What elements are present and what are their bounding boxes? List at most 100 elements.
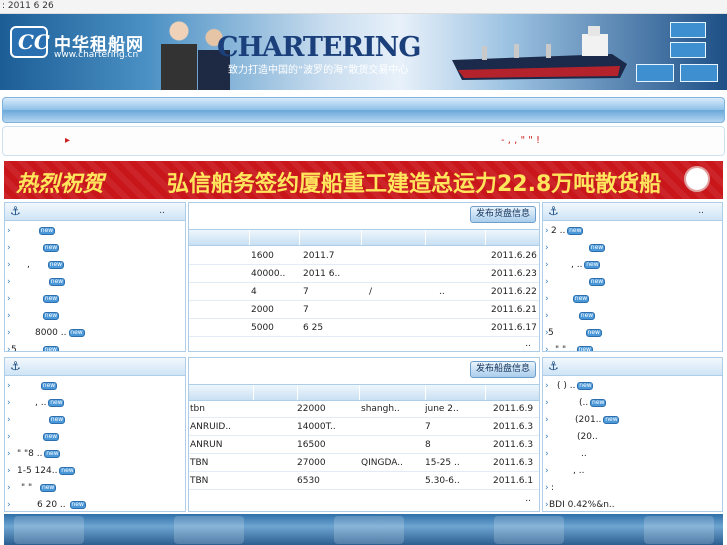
table-row[interactable]: 1600 2011.7 2011.6.26 <box>189 247 539 265</box>
more-link[interactable]: .. <box>698 206 704 216</box>
new-badge-icon: new <box>567 226 584 235</box>
table-row[interactable]: 4 7/.. 2011.6.22 <box>189 283 539 301</box>
list-item[interactable]: ›, .. new <box>7 395 183 412</box>
list-item[interactable]: ›.. <box>545 446 720 463</box>
list-item[interactable]: › new <box>545 308 720 325</box>
table-row[interactable]: tbn 22000 shangh.. june 2.. 2011.6.9 <box>189 400 539 418</box>
new-badge-icon: new <box>576 345 593 352</box>
news-list: › 2 .. new › new ›, .. new › new › new › new › 5… <box>545 223 720 352</box>
news-marquee[interactable]: ▸ - , , " " ! <box>2 126 725 156</box>
list-item[interactable]: › new <box>545 291 720 308</box>
table-row[interactable]: ANRUID.. 14000T.. 7 2011.6.3 <box>189 418 539 436</box>
list-item[interactable]: › 6 20 .. new <box>7 497 183 511</box>
list-item[interactable]: ›, new <box>7 257 183 274</box>
news-list: › new › new ›, new › new › new › new › 8000 .. n… <box>7 223 183 351</box>
marquee-left-text: ▸ <box>65 135 71 146</box>
header-link-button-1[interactable] <box>670 22 706 38</box>
new-badge-icon: new <box>68 328 85 337</box>
table-header <box>189 229 539 246</box>
new-badge-icon: new <box>49 277 65 286</box>
list-item[interactable]: › 5 new <box>7 342 183 351</box>
arrow-right-icon: › <box>7 415 11 425</box>
list-item[interactable]: › BDI 0.42%&n.. <box>545 497 720 511</box>
arrow-right-icon: › <box>545 226 549 236</box>
list-item[interactable]: › 1-5 124.. new <box>7 463 183 480</box>
list-item[interactable]: ›: <box>545 480 720 497</box>
list-item[interactable]: › (.. new <box>545 395 720 412</box>
logo-icon[interactable]: CC <box>10 26 50 58</box>
more-link[interactable]: .. <box>159 206 165 216</box>
businesswoman-image <box>158 18 200 90</box>
arrow-right-icon: › <box>7 381 11 391</box>
list-item[interactable]: ›, .. <box>545 463 720 480</box>
list-item[interactable]: ›( ) .. new <box>545 378 720 395</box>
new-badge-icon: new <box>43 243 59 252</box>
arrow-right-icon: › <box>7 243 11 253</box>
list-item[interactable]: › new <box>7 291 183 308</box>
table-row[interactable]: TBN 6530 5.30-6.. 2011.6.1 <box>189 472 539 490</box>
list-item[interactable]: › new <box>7 308 183 325</box>
list-item[interactable]: › new <box>7 274 183 291</box>
table-row[interactable]: ANRUN 16500 8 2011.6.3 <box>189 436 539 454</box>
left-bottom-news-panel: ⚓ › new ›, .. new › new › new › " "8 .. new › 1… <box>4 357 186 512</box>
list-item[interactable]: › 8000 .. new <box>7 325 183 342</box>
list-item[interactable]: ›, .. new <box>545 257 720 274</box>
list-item[interactable]: › new <box>7 378 183 395</box>
cargo-ship-image <box>452 26 627 80</box>
arrow-right-icon: › <box>545 432 549 442</box>
brand-title: CHARTERING <box>217 32 421 63</box>
panel-header: ⚓ <box>543 358 722 376</box>
list-item[interactable]: › new <box>7 412 183 429</box>
arrow-right-icon: › <box>545 345 549 352</box>
anchor-icon: ⚓ <box>548 204 559 218</box>
list-item[interactable]: › " " new <box>7 480 183 497</box>
arrow-right-icon: › <box>7 277 11 287</box>
arrow-right-icon: › <box>7 294 11 304</box>
anchor-icon: ⚓ <box>10 204 21 218</box>
list-item[interactable]: › new <box>7 223 183 240</box>
publish-ship-button[interactable]: 发布船盘信息 <box>469 361 536 378</box>
table-row[interactable]: 5000 6 25 2011.6.17 <box>189 319 539 337</box>
new-badge-icon: new <box>590 398 607 407</box>
news-list: ›( ) .. new › (.. new › (201.. new › (20.. ›..… <box>545 378 720 511</box>
publish-cargo-button[interactable]: 发布货盘信息 <box>469 206 536 223</box>
new-badge-icon: new <box>49 415 65 424</box>
list-item[interactable]: › new <box>7 429 183 446</box>
marquee-right-text: - , , " " ! <box>501 135 541 146</box>
list-item[interactable]: › new <box>545 240 720 257</box>
header-link-button-3[interactable] <box>636 64 674 82</box>
arrow-right-icon: › <box>7 226 11 236</box>
arrow-right-icon: › <box>7 432 11 442</box>
table-header <box>189 384 539 401</box>
new-badge-icon: new <box>589 243 605 252</box>
more-link[interactable]: .. <box>525 339 531 349</box>
table-row[interactable]: 40000.. 2011 6.. 2011.6.23 <box>189 265 539 283</box>
list-item[interactable]: › new <box>545 274 720 291</box>
arrow-right-icon: › <box>545 294 549 304</box>
list-item[interactable]: › 5 new <box>545 325 720 342</box>
arrow-right-icon: › <box>7 398 11 408</box>
new-badge-icon: new <box>44 449 61 458</box>
list-item[interactable]: › (20.. <box>545 429 720 446</box>
ship-offers-panel: 发布船盘信息 tbn 22000 shangh.. june 2.. 2011.6.9 … <box>188 357 540 512</box>
arrow-right-icon: › <box>7 260 11 270</box>
pointer-hand-icon <box>684 166 710 192</box>
table-row[interactable]: 2000 7 2011.6.21 <box>189 301 539 319</box>
slogan-text: 致力打造中国的“波罗的海”散货交易中心 <box>228 65 409 76</box>
list-item[interactable]: › (201.. new <box>545 412 720 429</box>
logo-url-text: www.chartering.cn <box>54 50 139 60</box>
list-item[interactable]: › " " .. new <box>545 342 720 352</box>
list-item[interactable]: › 2 .. new <box>545 223 720 240</box>
more-link[interactable]: .. <box>525 494 531 504</box>
new-badge-icon: new <box>41 381 57 390</box>
panel-header: ⚓ .. <box>543 203 722 221</box>
header-link-button-2[interactable] <box>670 42 706 58</box>
footer-banner <box>4 514 723 545</box>
list-item[interactable]: › " "8 .. new <box>7 446 183 463</box>
main-nav-bar[interactable] <box>2 97 725 123</box>
header-link-button-4[interactable] <box>680 64 718 82</box>
top-bar: : 2011 6 26 <box>0 0 727 14</box>
list-item[interactable]: › new <box>7 240 183 257</box>
table-row[interactable]: TBN 27000 QINGDA.. 15-25 .. 2011.6.3 <box>189 454 539 472</box>
announcement-banner[interactable]: 热烈祝贺 弘信船务签约厦船重工建造总运力22.8万吨散货船 <box>4 161 723 199</box>
